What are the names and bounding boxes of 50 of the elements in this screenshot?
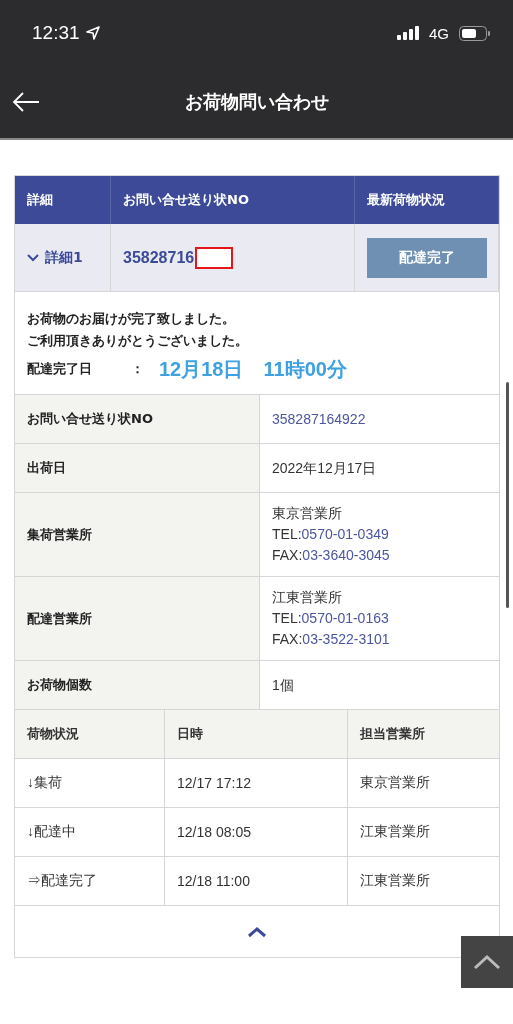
signal-icon (397, 26, 419, 40)
status-time: 12:31 (32, 22, 80, 44)
table-cell: ↓配達中 (15, 808, 165, 856)
fax-link[interactable]: 03-3640-3045 (302, 547, 390, 563)
chevron-up-icon (473, 954, 501, 970)
delivery-date-label: 配達完了日 (27, 360, 93, 378)
redaction-box (195, 246, 234, 269)
location-arrow-icon (85, 26, 100, 40)
detail-toggle[interactable]: 詳細1 (27, 248, 83, 267)
tracking-link[interactable]: 358287164922 (272, 408, 487, 430)
delivery-date: 12月18日 (159, 358, 244, 380)
fax-link[interactable]: 03-3522-3101 (302, 631, 390, 647)
detail-label: 配達営業所 (15, 577, 260, 660)
table-cell: 12/17 17:12 (165, 759, 348, 807)
column-header: 荷物状況 (15, 710, 165, 758)
scroll-to-top-button[interactable] (461, 936, 513, 988)
table-cell: ⇒配達完了 (15, 857, 165, 905)
table-cell: 12/18 08:05 (165, 808, 348, 856)
column-header: 担当営業所 (359, 725, 426, 743)
table-cell: 12/18 11:00 (165, 857, 348, 905)
collapse-button[interactable] (247, 925, 267, 938)
phone-link[interactable]: 0570-01-0163 (301, 610, 389, 626)
page-title: お荷物問い合わせ (183, 90, 330, 114)
message-text: お荷物のお届けが完了致しました。 (27, 310, 236, 328)
detail-label: お問い合せ送り状NO (15, 395, 260, 443)
detail-value: 1個 (272, 675, 295, 695)
separator: ： (131, 360, 145, 378)
tracking-number: 35828716 (123, 248, 195, 267)
tel-label: TEL: (272, 610, 302, 626)
back-button[interactable] (12, 92, 40, 112)
network-type: 4G (429, 24, 449, 42)
table-cell-text: 江東営業所 (359, 822, 431, 841)
fax-label: FAX: (272, 547, 303, 563)
tel-label: TEL: (272, 526, 302, 542)
detail-label: 集荷営業所 (15, 493, 260, 576)
battery-icon (459, 25, 491, 41)
chevron-down-icon (27, 253, 39, 262)
detail-label: 出荷日 (15, 444, 260, 492)
delivery-time: 11時00分 (263, 358, 347, 380)
office-name: 江東営業所 (272, 588, 343, 607)
detail-label: お荷物個数 (15, 661, 260, 709)
office-name: 東京営業所 (272, 504, 343, 523)
table-cell-text: 東京営業所 (359, 773, 431, 792)
column-header: 日時 (165, 710, 348, 758)
phone-link[interactable]: 0570-01-0349 (301, 526, 389, 542)
table-cell: ↓集荷 (15, 759, 165, 807)
fax-label: FAX: (272, 631, 303, 647)
table-cell-text: 江東営業所 (359, 871, 431, 890)
message-text: ご利用頂きありがとうございました。 (27, 332, 249, 350)
detail-value: 2022年12月17日 (272, 458, 378, 478)
